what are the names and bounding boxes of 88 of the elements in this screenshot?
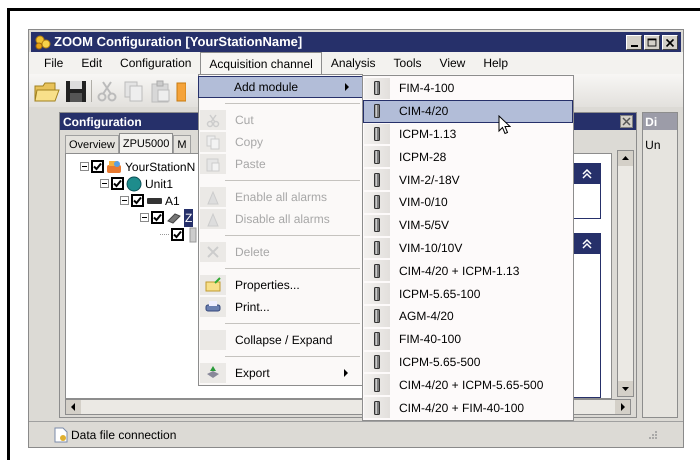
module-icon: [374, 195, 380, 210]
checkbox[interactable]: [171, 228, 184, 241]
menu-item[interactable]: Help: [474, 52, 518, 74]
collapse-icon: [582, 169, 592, 179]
menu-item[interactable]: CIM-4/20 + FIM-40-100: [363, 396, 573, 419]
maximize-button[interactable]: [644, 34, 660, 50]
scroll-right-icon: [615, 400, 630, 414]
station-icon: [106, 158, 122, 174]
menu-item[interactable]: AGM-4/20: [363, 304, 573, 328]
tab[interactable]: ZPU5000: [118, 133, 174, 153]
menu-item[interactable]: ICPM-1.13: [363, 122, 573, 146]
module-icon: [374, 218, 380, 232]
clipboard-icon: [205, 156, 221, 172]
module-icon: [374, 332, 380, 346]
menu-item[interactable]: FIM-4-100: [363, 77, 573, 100]
menu-item[interactable]: Print...: [199, 296, 362, 318]
close-button[interactable]: [620, 115, 634, 128]
scroll-left-icon: [66, 400, 81, 414]
menu-item[interactable]: Properties...: [199, 274, 362, 296]
menu-item[interactable]: Edit: [72, 52, 112, 74]
collapse-icon[interactable]: [120, 196, 129, 205]
collapse-icon: [582, 239, 592, 249]
checkbox[interactable]: [131, 194, 144, 207]
scissors-icon: [205, 112, 221, 128]
collapse-icon[interactable]: [140, 213, 149, 222]
minimize-button[interactable]: [626, 34, 642, 50]
menu-item[interactable]: Collapse / Expand: [199, 329, 362, 351]
menu-item[interactable]: Add module: [198, 76, 363, 98]
module-icon: [374, 150, 380, 164]
menu-item[interactable]: ICPM-28: [363, 145, 573, 168]
scroll-up-icon: [618, 151, 634, 166]
status-text: Data file connection: [71, 426, 178, 444]
collapse-icon[interactable]: [80, 162, 89, 171]
circle-icon: [126, 176, 142, 192]
module-icon: [374, 378, 380, 392]
menu-item[interactable]: Acquisition channel: [200, 52, 322, 74]
menu-item[interactable]: CIM-4/20 + ICPM-1.13: [363, 259, 573, 282]
vertical-scrollbar[interactable]: [617, 150, 634, 397]
checkbox[interactable]: [91, 160, 104, 173]
module-icon: [374, 104, 380, 118]
module-icon: [374, 126, 380, 141]
minimize-icon: [630, 44, 638, 46]
tab[interactable]: M: [173, 135, 190, 153]
window-title: ZOOM Configuration [YourStationName]: [54, 33, 302, 52]
menu-item[interactable]: CIM-4/20 + ICPM-5.65-500: [363, 373, 573, 396]
module-icon: [374, 264, 380, 278]
copy-icon: [205, 134, 221, 150]
menu-item[interactable]: Export: [199, 362, 362, 384]
menu-item[interactable]: Analysis: [322, 52, 385, 74]
box-icon: [205, 365, 221, 381]
tab[interactable]: Overview: [65, 135, 119, 153]
tree-item[interactable]: Unit1: [144, 174, 174, 192]
menu-item[interactable]: Tools: [384, 52, 431, 74]
scroll-down-icon: [618, 381, 634, 396]
envelope-icon: [205, 277, 221, 293]
tree-item[interactable]: Z: [184, 208, 194, 226]
module-icon: [374, 172, 380, 187]
panel-text: Un: [644, 137, 662, 154]
checkbox[interactable]: [111, 177, 124, 190]
module-icon: [374, 309, 380, 324]
menu-item[interactable]: VIM-2/-18V: [363, 168, 573, 191]
menu-item[interactable]: View: [430, 52, 474, 74]
cursor-icon: [498, 115, 511, 135]
module-icon: [374, 400, 380, 415]
menu-item[interactable]: FIM-40-100: [363, 328, 573, 351]
menu-item[interactable]: ICPM-5.65-100: [363, 282, 573, 305]
module-icon: [374, 354, 380, 369]
menu-item[interactable]: VIM-5/5V: [363, 214, 573, 237]
menu-item[interactable]: CIM-4/20: [363, 100, 573, 123]
resize-grip-icon: [648, 430, 658, 440]
module-icon: [374, 240, 380, 255]
menu-item[interactable]: File: [35, 52, 72, 74]
menu-item[interactable]: ICPM-5.65-500: [363, 350, 573, 374]
close-icon: [622, 117, 632, 126]
tree-item[interactable]: YourStationN: [124, 158, 196, 176]
panel-title: Di: [643, 113, 677, 130]
menu-item[interactable]: VIM-0/10: [363, 190, 573, 214]
panel-title: Configuration: [63, 114, 142, 130]
module-icon: [374, 81, 380, 96]
collapse-icon[interactable]: [100, 179, 109, 188]
cross-icon: [205, 244, 221, 260]
tree-item[interactable]: A1: [164, 192, 181, 210]
gears-icon: [34, 34, 52, 50]
menu-item[interactable]: Configuration: [111, 52, 200, 74]
checkbox[interactable]: [151, 211, 164, 224]
menu-item[interactable]: VIM-10/10V: [363, 236, 573, 260]
scissors-icon: [95, 78, 119, 102]
module-icon: [374, 286, 380, 301]
